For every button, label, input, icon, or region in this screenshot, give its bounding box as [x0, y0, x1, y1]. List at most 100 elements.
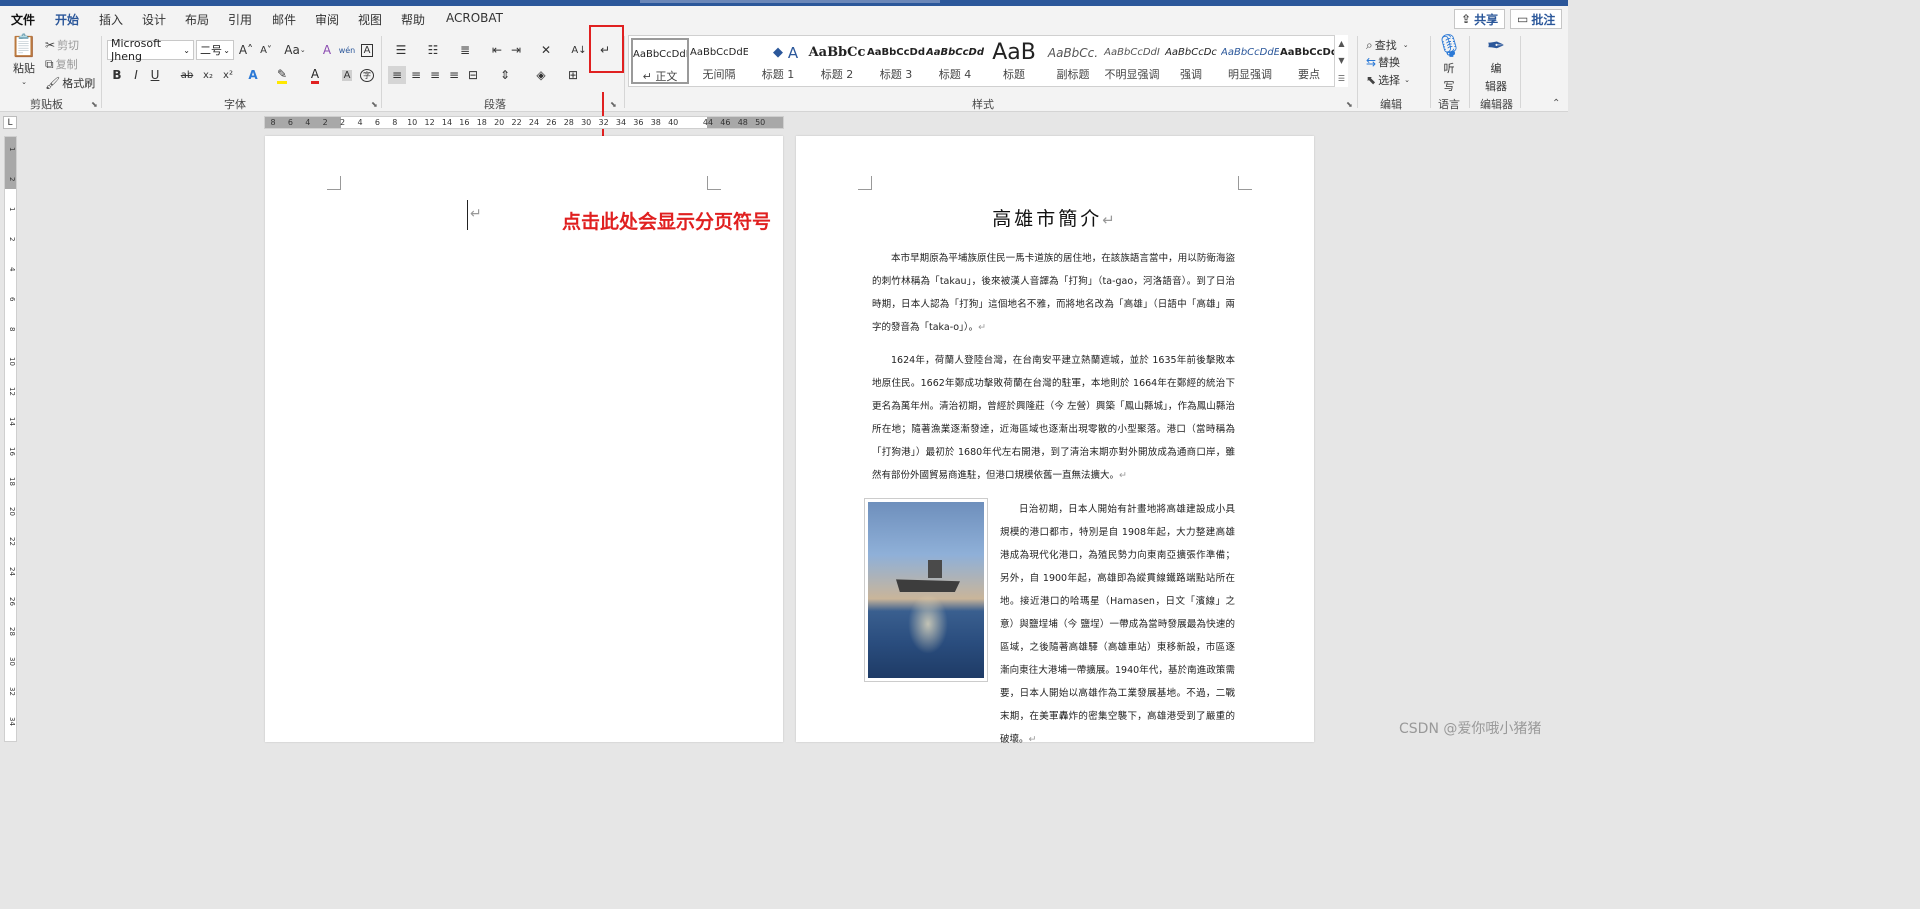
style-glyph-a[interactable]: A [779, 38, 807, 84]
tab-layout[interactable]: 布局 [185, 11, 209, 28]
separator [1469, 36, 1470, 108]
style-normal[interactable]: AaBbCcDdE ↵ 正文 [631, 38, 689, 84]
tab-file[interactable]: 文件 [11, 11, 35, 28]
paragraph-launcher-icon[interactable]: ⬊ [610, 100, 617, 109]
copy-button[interactable]: ⧉ 复制 [45, 56, 78, 72]
style-strong[interactable]: AaBbCcDdE 要点 [1280, 38, 1338, 84]
scroll-down-icon[interactable]: ▼ [1338, 56, 1344, 65]
comment-button[interactable]: ▭ 批注 [1510, 9, 1563, 29]
phonetic-guide-button[interactable]: wén [338, 41, 356, 59]
text-effects-button[interactable]: A [244, 66, 262, 84]
justify-button[interactable]: ≡ [445, 66, 463, 84]
styles-launcher-icon[interactable]: ⬊ [1346, 100, 1353, 109]
change-case-button[interactable]: Aa ⌄ [282, 41, 308, 59]
tab-mailings[interactable]: 邮件 [272, 11, 296, 28]
tab-design[interactable]: 设计 [142, 11, 166, 28]
tab-view[interactable]: 视图 [358, 11, 382, 28]
ruler-tick: 6 [8, 297, 16, 302]
shading-button[interactable]: ◈ [528, 66, 554, 84]
font-launcher-icon[interactable]: ⬊ [371, 100, 378, 109]
styles-gallery-scroll[interactable]: ▲ ▼ ☰ [1334, 35, 1348, 87]
page-2[interactable]: 高雄市簡介↵ 本市早期原為平埔族原住民一馬卡道族的居住地，在該族語言當中，用以防… [796, 136, 1314, 745]
bullets-button[interactable]: ☰ [388, 41, 414, 59]
gallery-more-icon[interactable]: ☰ [1338, 74, 1345, 83]
style-sample: AaBbCcDd [867, 47, 925, 58]
align-left-button[interactable]: ≡ [388, 66, 406, 84]
numbering-button[interactable]: ☷ [420, 41, 446, 59]
style-heading-2[interactable]: AaBbCc 标题 2 [808, 38, 866, 84]
ruler-tick: 4 [357, 118, 363, 127]
ruler-tick: 2 [8, 237, 16, 242]
paragraph-mark: ↵ [1102, 211, 1118, 229]
character-border-button[interactable]: A [358, 41, 376, 59]
align-center-button[interactable]: ≡ [407, 66, 425, 84]
multilevel-list-button[interactable]: ≣ [452, 41, 478, 59]
format-painter-button[interactable]: 🖌 格式刷 [45, 75, 95, 91]
style-emphasis[interactable]: AaBbCcDc 强调 [1162, 38, 1220, 84]
subscript-button[interactable]: x₂ [199, 66, 217, 84]
style-heading-4[interactable]: AaBbCcDd 标题 4 [926, 38, 984, 84]
style-no-spacing[interactable]: AaBbCcDdE 无间隔 [690, 38, 748, 84]
italic-button[interactable]: I [127, 66, 145, 84]
vertical-ruler[interactable]: 1 2 1 2 4 6 8 10 12 14 16 18 20 22 24 26 28 30 32 34 [4, 136, 17, 742]
style-subtle-emphasis[interactable]: AaBbCcDdI 不明显强调 [1103, 38, 1161, 84]
paragraph-2-text: 1624年，荷蘭人登陸台灣，在台南安平建立熱蘭遮城，並於 1635年前後擊敗本地… [872, 355, 1235, 481]
borders-button[interactable]: ⊞ [560, 66, 586, 84]
decrease-indent-button[interactable]: ⇤ [488, 41, 506, 59]
ruler-tick: 16 [8, 447, 16, 456]
font-color-button[interactable]: A [306, 66, 324, 84]
dictate-button[interactable]: 🎙 听 写 [1435, 36, 1463, 94]
chinese-layout-button[interactable]: ✕ [533, 41, 559, 59]
font-size-combo[interactable]: 二号 ⌄ [196, 40, 234, 60]
tab-review[interactable]: 审阅 [315, 11, 339, 28]
scroll-up-icon[interactable]: ▲ [1338, 39, 1344, 48]
crop-mark-top-left [327, 176, 341, 190]
highlight-button[interactable]: ✎ [273, 66, 291, 84]
tab-selector[interactable]: L [3, 116, 17, 129]
tab-acrobat[interactable]: ACROBAT [446, 11, 503, 25]
enclose-characters-icon: 字 [360, 68, 374, 82]
share-button[interactable]: ⇪ 共享 [1454, 9, 1506, 29]
shrink-font-button[interactable]: A˅ [257, 41, 275, 59]
replace-button[interactable]: ⇆ 替换 [1366, 54, 1400, 70]
sort-button[interactable]: A↓ [570, 41, 588, 59]
tab-references[interactable]: 引用 [228, 11, 252, 28]
ruler-tick: 32 [8, 687, 16, 696]
character-shading-button[interactable]: A [338, 66, 356, 84]
collapse-ribbon-icon[interactable]: ⌃ [1552, 98, 1560, 109]
decrease-indent-icon: ⇤ [491, 43, 503, 57]
horizontal-ruler[interactable]: 8 6 4 2 2 4 6 8 10 12 14 16 18 20 22 24 26 28 30 32 34 36 38 40… [264, 116, 784, 129]
style-name: ↵ 正文 [642, 70, 678, 83]
style-intense-emphasis[interactable]: AaBbCcDdE 明显强调 [1221, 38, 1279, 84]
select-button[interactable]: ⬉ 选择 ⌄ [1366, 72, 1410, 88]
tab-insert[interactable]: 插入 [99, 11, 123, 28]
tab-help[interactable]: 帮助 [401, 11, 425, 28]
align-right-button[interactable]: ≡ [426, 66, 444, 84]
paste-button[interactable]: 📋 粘贴 ⌄ [10, 36, 38, 87]
superscript-button[interactable]: x² [219, 66, 237, 84]
enclose-characters-button[interactable]: 字 [358, 66, 376, 84]
ruler-tick: 26 [8, 597, 16, 606]
clear-formatting-button[interactable]: A [318, 41, 336, 59]
distributed-button[interactable]: ⊟ [464, 66, 482, 84]
grow-font-button[interactable]: A˄ [237, 41, 255, 59]
bold-button[interactable]: B [108, 66, 126, 84]
clipboard-launcher-icon[interactable]: ⬊ [91, 100, 98, 109]
paint-bucket-icon: ◈ [536, 68, 546, 82]
copy-icon: ⧉ [45, 57, 54, 71]
separator [624, 36, 625, 108]
style-subtitle[interactable]: AaBbCc. 副标题 [1044, 38, 1102, 84]
cut-button[interactable]: ✂ 剪切 [45, 37, 79, 53]
editor-button[interactable]: ✒ 编 辑器 [1482, 36, 1510, 94]
strikethrough-button[interactable]: ab [178, 66, 196, 84]
increase-indent-button[interactable]: ⇥ [507, 41, 525, 59]
style-title[interactable]: AaB 标题 [985, 38, 1043, 84]
line-spacing-button[interactable]: ⇕ [492, 66, 518, 84]
style-heading-3[interactable]: AaBbCcDd 标题 3 [867, 38, 925, 84]
find-button[interactable]: ⌕ 查找 ⌄ [1366, 37, 1409, 53]
tab-home[interactable]: 开始 [55, 11, 80, 34]
underline-button[interactable]: U [146, 66, 164, 84]
ruler-tick: 2 [340, 118, 346, 127]
harbor-photo[interactable] [864, 498, 988, 682]
font-name-combo[interactable]: Microsoft Jheng ⌄ [107, 37, 194, 63]
